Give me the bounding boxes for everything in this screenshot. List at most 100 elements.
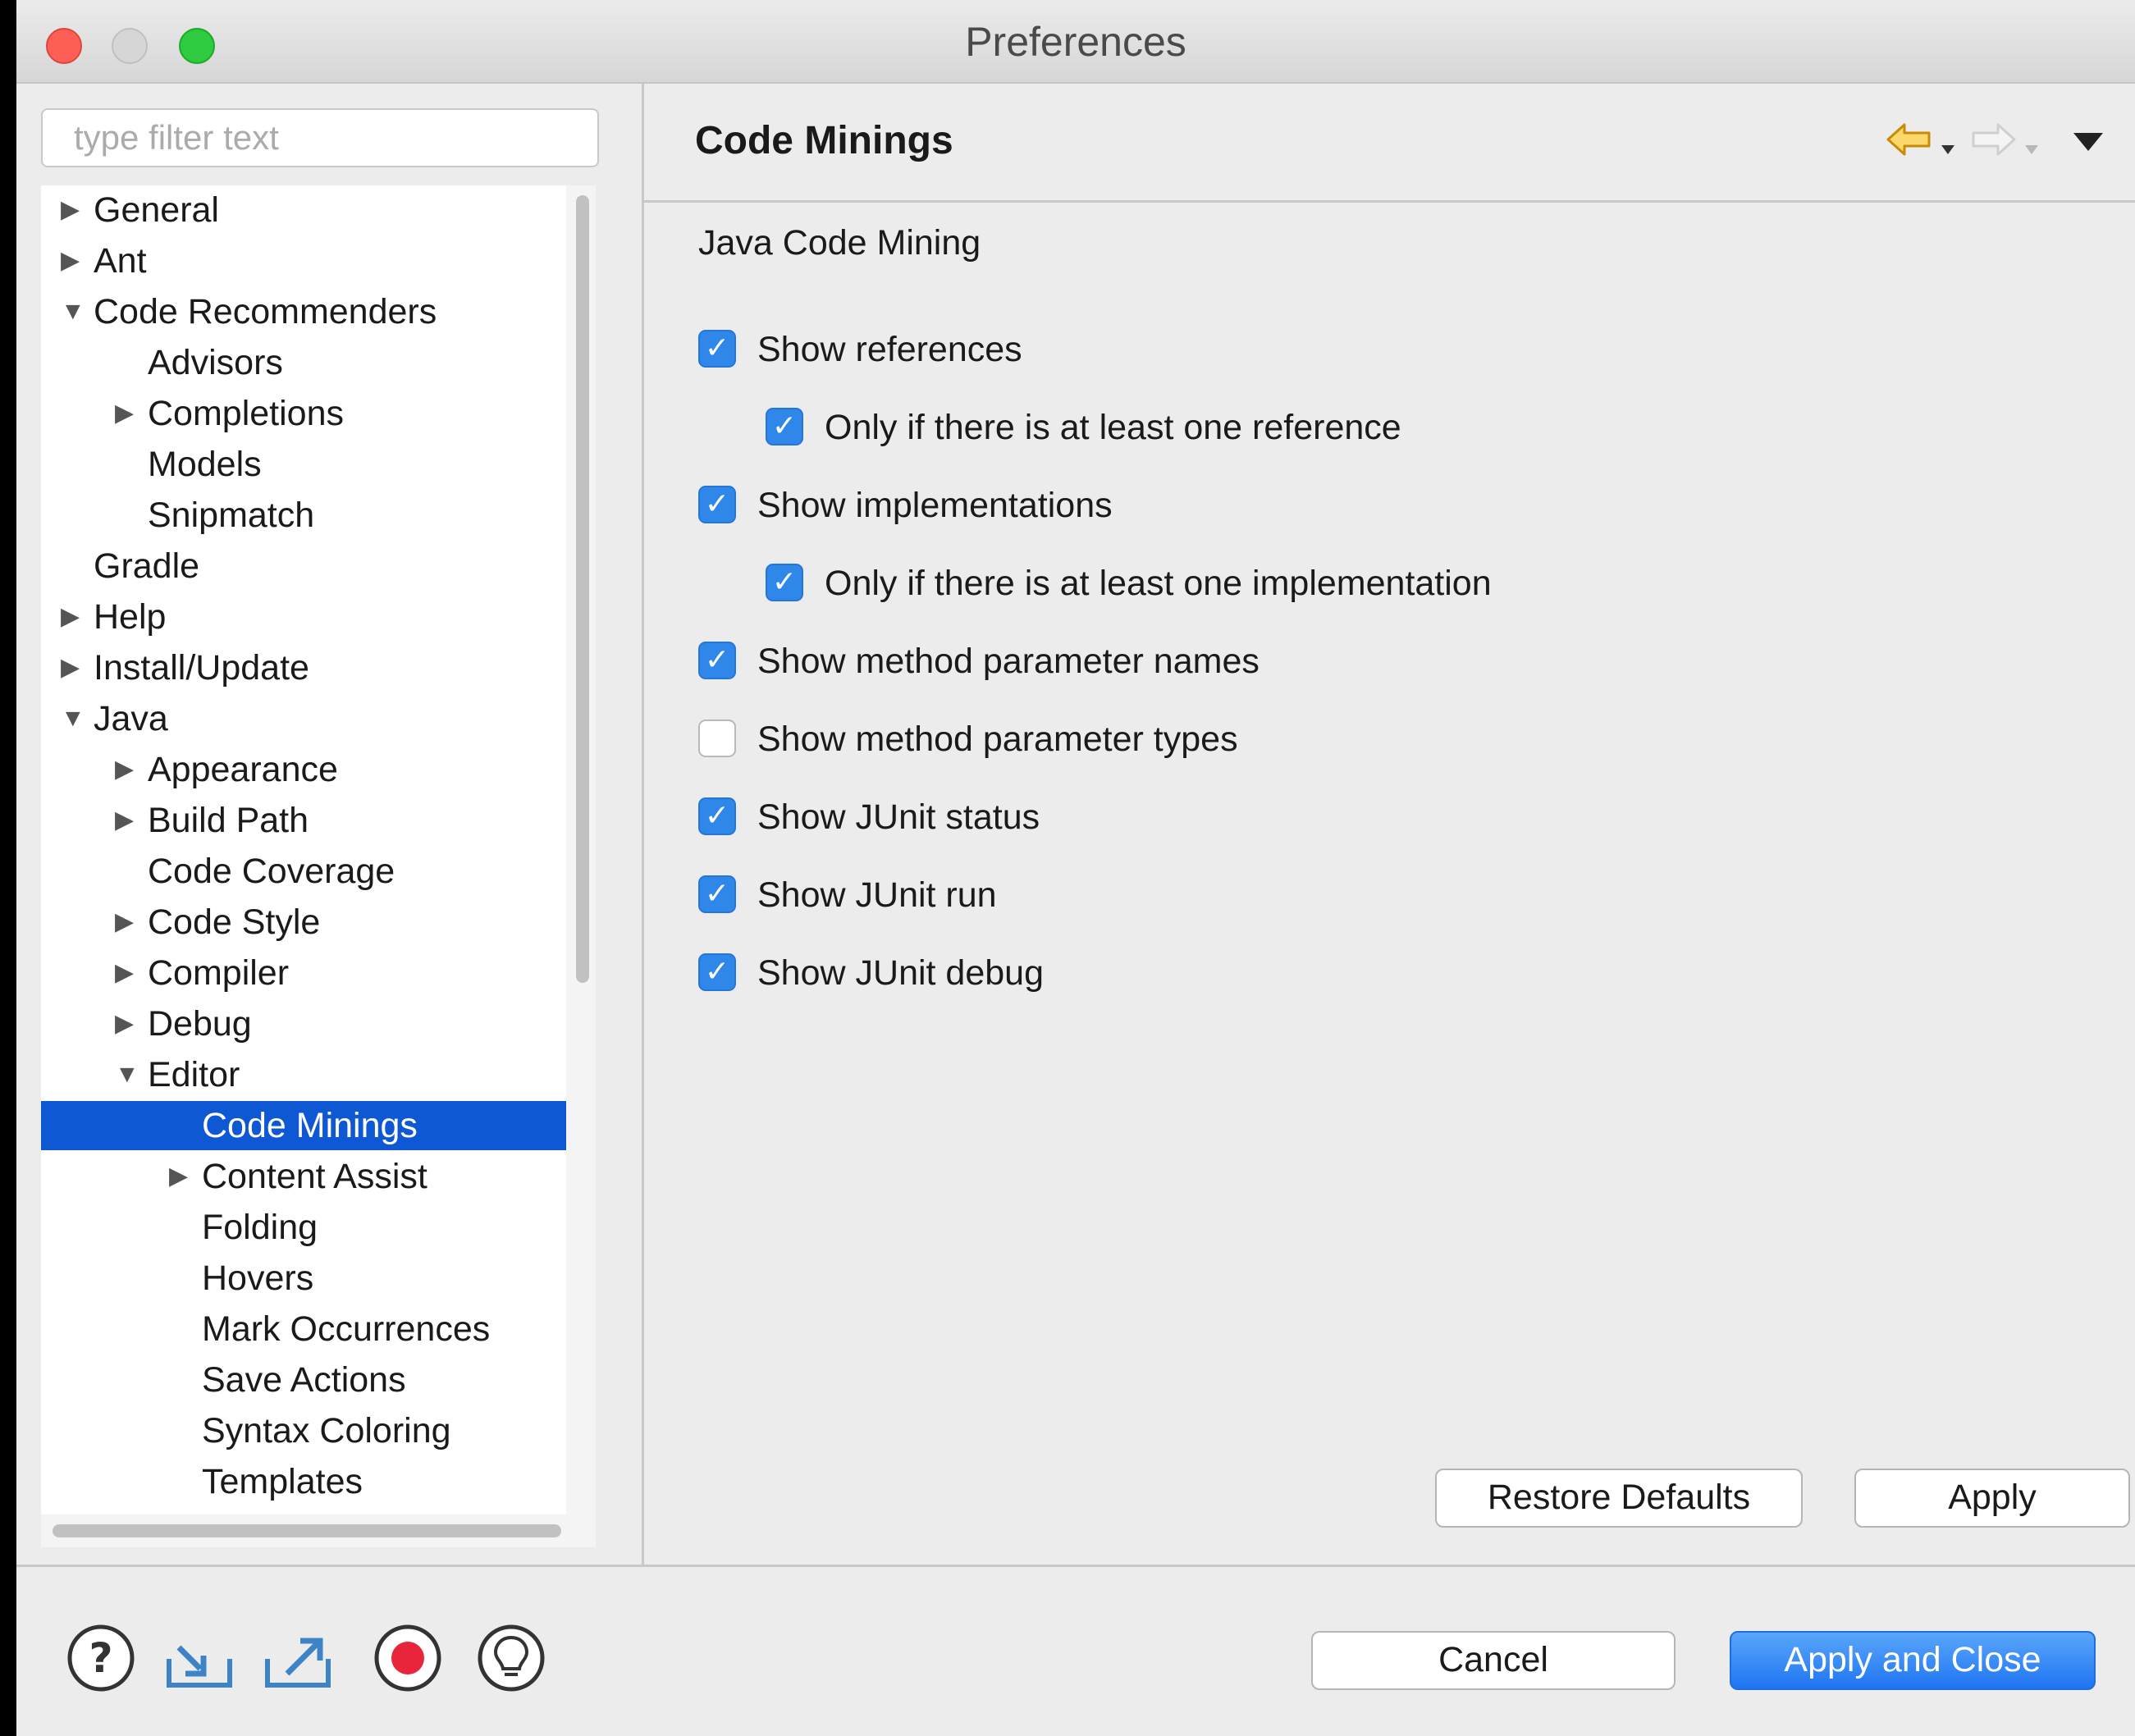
tree-item-label: Code Minings — [202, 1106, 418, 1145]
show-implementations-label: Show implementations — [757, 486, 1113, 525]
tree-item-label: Code Coverage — [148, 852, 395, 891]
tree-item-general[interactable]: ▶ General — [41, 185, 566, 235]
tree-vertical-scrollbar[interactable] — [566, 185, 596, 1514]
tree-item-code-minings[interactable]: Code Minings — [41, 1101, 566, 1150]
filter-input[interactable] — [41, 108, 599, 167]
option-show-references[interactable]: Show references — [698, 328, 1683, 371]
tree-item-ant[interactable]: ▶ Ant — [41, 236, 566, 286]
collapsed-arrow-icon[interactable]: ▶ — [115, 796, 134, 845]
only-one-reference-checkbox[interactable] — [766, 408, 803, 445]
option-show-junit-status[interactable]: Show JUnit status — [698, 796, 1683, 838]
tree-item-save-actions[interactable]: Save Actions — [41, 1355, 566, 1405]
collapsed-arrow-icon[interactable]: ▶ — [115, 745, 134, 794]
tree-item-completions[interactable]: ▶ Completions — [41, 389, 566, 438]
show-junit-debug-checkbox[interactable] — [698, 953, 736, 991]
tree-item-help[interactable]: ▶ Help — [41, 592, 566, 642]
page-title: Code Minings — [695, 119, 953, 162]
tree-item-models[interactable]: Models — [41, 440, 566, 489]
tree-item-editor[interactable]: ▼ Editor — [41, 1050, 566, 1099]
option-show-implementations[interactable]: Show implementations — [698, 484, 1683, 527]
tree-item-debug[interactable]: ▶ Debug — [41, 999, 566, 1048]
tree-item-mark-occurrences[interactable]: Mark Occurrences — [41, 1304, 566, 1354]
show-junit-run-checkbox[interactable] — [698, 875, 736, 913]
tip-icon[interactable] — [476, 1623, 546, 1693]
tree-item-folding[interactable]: Folding — [41, 1203, 566, 1252]
tree-item-label: Save Actions — [202, 1360, 406, 1400]
dialog-footer: ? Cancel Apply and Close — [16, 1565, 2135, 1736]
forward-history-dropdown-icon[interactable] — [2023, 126, 2041, 166]
window-title: Preferences — [965, 19, 1186, 65]
tree-item-code-coverage[interactable]: Code Coverage — [41, 847, 566, 896]
tree-item-label: Snipmatch — [148, 496, 315, 535]
tree-vertical-scroll-thumb[interactable] — [576, 195, 589, 983]
apply-and-close-button[interactable]: Apply and Close — [1730, 1631, 2096, 1690]
collapsed-arrow-icon[interactable]: ▶ — [115, 948, 134, 998]
collapsed-arrow-icon[interactable]: ▶ — [169, 1152, 188, 1201]
tree-item-syntax-coloring[interactable]: Syntax Coloring — [41, 1406, 566, 1455]
preference-navigation-pane: ▶General▶Ant▼Code RecommendersAdvisors▶C… — [16, 84, 644, 1565]
tree-item-templates[interactable]: Templates — [41, 1457, 566, 1506]
show-junit-status-checkbox[interactable] — [698, 797, 736, 835]
record-icon[interactable] — [373, 1623, 443, 1693]
import-icon[interactable] — [164, 1623, 235, 1693]
help-icon[interactable]: ? — [66, 1623, 136, 1693]
tree-item-label: Editor — [148, 1055, 240, 1094]
option-only-one-implementation[interactable]: Only if there is at least one implementa… — [766, 562, 1750, 605]
tree-item-install-update[interactable]: ▶ Install/Update — [41, 643, 566, 692]
tree-item-label: Templates — [202, 1462, 363, 1501]
tree-item-label: Debug — [148, 1004, 252, 1044]
collapsed-arrow-icon[interactable]: ▶ — [115, 389, 134, 438]
expanded-arrow-icon[interactable]: ▼ — [61, 287, 85, 336]
tree-item-label: Hovers — [202, 1259, 314, 1298]
expanded-arrow-icon[interactable]: ▼ — [115, 1050, 139, 1099]
tree-item-hovers[interactable]: Hovers — [41, 1254, 566, 1303]
option-show-param-names[interactable]: Show method parameter names — [698, 640, 1683, 683]
tree-item-label: Build Path — [148, 801, 309, 840]
tree-item-content-assist[interactable]: ▶ Content Assist — [41, 1152, 566, 1201]
tree-item-label: Folding — [202, 1208, 318, 1247]
collapsed-arrow-icon[interactable]: ▶ — [115, 999, 134, 1048]
tree-horizontal-scroll-thumb[interactable] — [53, 1524, 561, 1537]
show-junit-status-label: Show JUnit status — [757, 797, 1040, 837]
show-param-types-checkbox[interactable] — [698, 720, 736, 757]
show-param-types-label: Show method parameter types — [757, 720, 1238, 759]
tree-item-advisors[interactable]: Advisors — [41, 338, 566, 387]
preferences-window: Preferences ▶ General ▶Ant▼Code Recommende… — [16, 0, 2135, 1736]
tree-item-label: Syntax Coloring — [202, 1411, 451, 1450]
option-show-param-types[interactable]: Show method parameter types — [698, 718, 1683, 761]
restore-defaults-button[interactable]: Restore Defaults — [1435, 1469, 1803, 1528]
page-header: Code Minings — [644, 84, 2135, 203]
view-menu-icon[interactable] — [2072, 123, 2105, 162]
tree-horizontal-scrollbar[interactable] — [41, 1514, 596, 1547]
tree-item-appearance[interactable]: ▶ Appearance — [41, 745, 566, 794]
tree-item-label: Mark Occurrences — [202, 1309, 491, 1349]
collapsed-arrow-icon[interactable]: ▶ — [115, 898, 134, 947]
expanded-arrow-icon[interactable]: ▼ — [61, 694, 85, 743]
tree-item-code-recommenders[interactable]: ▼ Code Recommenders — [41, 287, 566, 336]
tree-item-compiler[interactable]: ▶ Compiler — [41, 948, 566, 998]
tree-item-java[interactable]: ▼ Java — [41, 694, 566, 743]
option-only-one-reference[interactable]: Only if there is at least one reference — [766, 406, 1750, 449]
only-one-implementation-checkbox[interactable] — [766, 564, 803, 601]
apply-button[interactable]: Apply — [1854, 1469, 2130, 1528]
back-arrow-icon[interactable] — [1885, 120, 1934, 167]
option-show-junit-run[interactable]: Show JUnit run — [698, 874, 1683, 916]
tree-item-code-style[interactable]: ▶ Code Style — [41, 898, 566, 947]
show-references-checkbox[interactable] — [698, 330, 736, 368]
tree-item-snipmatch[interactable]: Snipmatch — [41, 491, 566, 540]
collapsed-arrow-icon[interactable]: ▶ — [61, 643, 80, 692]
show-param-names-checkbox[interactable] — [698, 642, 736, 679]
collapsed-arrow-icon[interactable]: ▶ — [61, 185, 80, 235]
forward-arrow-icon[interactable] — [1968, 120, 2018, 167]
tree-item-label: Compiler — [148, 953, 290, 993]
cancel-button[interactable]: Cancel — [1311, 1631, 1676, 1690]
option-show-junit-debug[interactable]: Show JUnit debug — [698, 952, 1683, 994]
collapsed-arrow-icon[interactable]: ▶ — [61, 236, 80, 286]
back-history-dropdown-icon[interactable] — [1939, 126, 1957, 166]
export-icon[interactable] — [263, 1623, 333, 1693]
show-implementations-checkbox[interactable] — [698, 486, 736, 523]
collapsed-arrow-icon[interactable]: ▶ — [61, 592, 80, 642]
tree-item-build-path[interactable]: ▶ Build Path — [41, 796, 566, 845]
tree-item-label: General — [94, 190, 219, 230]
tree-item-gradle[interactable]: Gradle — [41, 541, 566, 591]
